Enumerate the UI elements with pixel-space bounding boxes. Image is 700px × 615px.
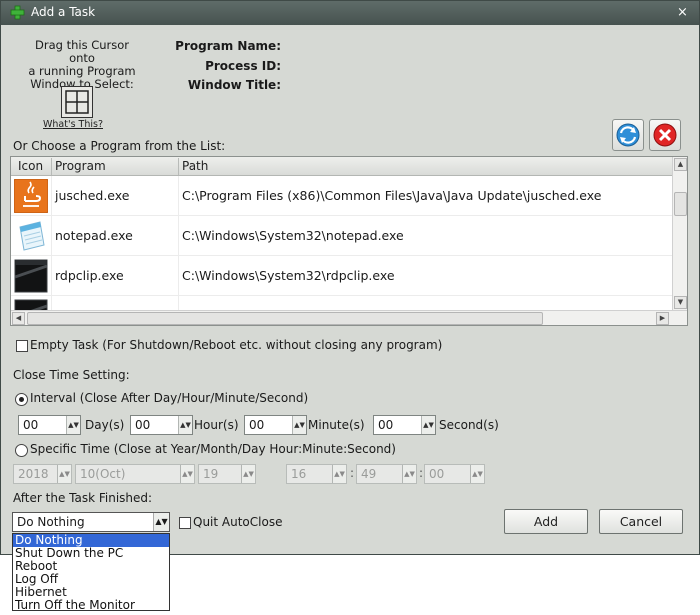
spinner-arrows-icon[interactable]: ▲▼ (332, 465, 346, 483)
second-value: 00 (378, 418, 394, 432)
empty-task-label: Empty Task (For Shutdown/Reboot etc. wit… (30, 338, 443, 352)
refresh-icon (616, 123, 640, 147)
spinner-arrows-icon[interactable]: ▲▼ (421, 416, 435, 434)
scroll-right-icon[interactable]: ▶ (656, 312, 669, 325)
after-task-select[interactable]: Do Nothing ▲▼ (12, 512, 170, 532)
quit-autoclose-checkbox[interactable] (179, 517, 191, 529)
second-spinner[interactable]: 00 ▲▼ (373, 415, 436, 435)
cursor-instructions: Drag this Cursor onto a running Program … (23, 39, 141, 91)
quit-autoclose-label: Quit AutoClose (193, 515, 283, 529)
empty-task-checkbox[interactable] (16, 340, 28, 352)
second-unit-label: Second(s) (439, 418, 499, 432)
after-task-value: Do Nothing (17, 515, 85, 529)
program-name: notepad.exe (55, 228, 133, 243)
close-time-setting-label: Close Time Setting: (13, 368, 130, 382)
day-of-month-spinner[interactable]: 19 ▲▼ (198, 464, 256, 484)
add-button[interactable]: Add (504, 509, 588, 534)
program-path: C:\Program Files (x86)\Common Files\Java… (182, 188, 602, 203)
day-value: 00 (23, 418, 39, 432)
after-task-dropdown-list[interactable]: Do Nothing Shut Down the PC Reboot Log O… (12, 533, 170, 612)
notepad-icon (19, 221, 45, 251)
process-id-label: Process ID: (205, 59, 281, 73)
green-plus-icon (10, 5, 25, 20)
scroll-up-icon[interactable]: ▲ (674, 158, 687, 171)
minute-value: 00 (249, 418, 265, 432)
drag-cursor-target[interactable] (61, 86, 93, 118)
cancel-button[interactable]: Cancel (599, 509, 683, 534)
java-icon (14, 179, 48, 213)
program-name: rdpclip.exe (55, 268, 124, 283)
list-horizontal-scrollbar[interactable]: ◀ ▶ (11, 310, 687, 325)
dropdown-option-turn-off-monitor[interactable]: Turn Off the Monitor (13, 599, 169, 612)
column-header-program[interactable]: Program (55, 159, 106, 173)
add-task-dialog: Add a Task × Drag this Cursor onto a run… (0, 0, 700, 555)
list-vertical-scrollbar[interactable]: ▲ ▼ (672, 157, 687, 311)
scroll-down-icon[interactable]: ▼ (674, 296, 687, 309)
scroll-left-icon[interactable]: ◀ (12, 312, 25, 325)
spinner-arrows-icon[interactable]: ▲▼ (402, 465, 416, 483)
close-window-button[interactable]: × (673, 4, 692, 21)
hour-value: 00 (135, 418, 151, 432)
day-unit-label: Day(s) (85, 418, 125, 432)
hour-of-day-value: 16 (291, 467, 307, 481)
title-bar[interactable]: Add a Task × (1, 1, 699, 25)
interval-label: Interval (Close After Day/Hour/Minute/Se… (30, 391, 309, 405)
list-item[interactable]: jusched.exe C:\Program Files (x86)\Commo… (11, 176, 673, 216)
specific-time-label: Specific Time (Close at Year/Month/Day H… (30, 442, 396, 456)
spinner-arrows-icon[interactable]: ▲▼ (241, 465, 255, 483)
list-item[interactable]: notepad.exe C:\Windows\System32\notepad.… (11, 216, 673, 256)
day-of-month-value: 19 (203, 467, 219, 481)
window-title: Add a Task (31, 5, 96, 19)
time-separator: : (350, 466, 355, 480)
list-item[interactable]: rdpclip.exe C:\Windows\System32\rdpclip.… (11, 256, 673, 296)
day-spinner[interactable]: 00 ▲▼ (18, 415, 81, 435)
cursor-instr-line1: Drag this Cursor onto (34, 38, 130, 65)
spinner-arrows-icon[interactable]: ▲▼ (178, 416, 192, 434)
after-task-label: After the Task Finished: (13, 491, 153, 505)
program-window-icon (14, 259, 48, 293)
spinner-arrows-icon[interactable]: ▲▼ (180, 465, 194, 483)
program-path: C:\Windows\System32\rdpclip.exe (182, 268, 395, 283)
spinner-arrows-icon[interactable]: ▲▼ (292, 416, 306, 434)
program-list[interactable]: Icon Program Path jusched.exe C:\Program… (10, 156, 688, 326)
spinner-arrows-icon[interactable]: ▲▼ (153, 513, 169, 531)
spinner-arrows-icon[interactable]: ▲▼ (470, 465, 484, 483)
horizontal-scroll-thumb[interactable] (27, 312, 543, 325)
minute-of-hour-value: 49 (361, 467, 377, 481)
hour-of-day-spinner[interactable]: 16 ▲▼ (286, 464, 347, 484)
crosshair-icon (65, 90, 89, 114)
whats-this-link[interactable]: What's This? (43, 119, 103, 130)
program-name: jusched.exe (55, 188, 130, 203)
month-value: 10(Oct) (80, 467, 126, 481)
interval-radio[interactable] (15, 393, 28, 406)
refresh-list-button[interactable] (612, 119, 644, 151)
hour-unit-label: Hour(s) (194, 418, 239, 432)
year-value: 2018 (18, 467, 49, 481)
second-of-minute-value: 00 (429, 467, 445, 481)
window-title-label: Window Title: (187, 78, 281, 92)
spinner-arrows-icon[interactable]: ▲▼ (57, 465, 71, 483)
minute-of-hour-spinner[interactable]: 49 ▲▼ (356, 464, 417, 484)
minute-unit-label: Minute(s) (308, 418, 365, 432)
remove-button[interactable] (649, 119, 681, 151)
second-of-minute-spinner[interactable]: 00 ▲▼ (424, 464, 485, 484)
program-path: C:\Windows\System32\notepad.exe (182, 228, 404, 243)
time-separator: : (419, 466, 424, 480)
minute-spinner[interactable]: 00 ▲▼ (244, 415, 307, 435)
year-spinner[interactable]: 2018 ▲▼ (13, 464, 72, 484)
red-close-icon (653, 123, 677, 147)
hour-spinner[interactable]: 00 ▲▼ (130, 415, 193, 435)
choose-program-label: Or Choose a Program from the List: (13, 139, 226, 153)
column-header-icon[interactable]: Icon (18, 159, 43, 173)
spinner-arrows-icon[interactable]: ▲▼ (66, 416, 80, 434)
month-select[interactable]: 10(Oct) ▲▼ (75, 464, 195, 484)
column-header-path[interactable]: Path (182, 159, 208, 173)
specific-time-radio[interactable] (15, 444, 28, 457)
program-name-label: Program Name: (175, 39, 281, 53)
list-header: Icon Program Path (11, 157, 673, 176)
vertical-scroll-thumb[interactable] (674, 192, 687, 216)
